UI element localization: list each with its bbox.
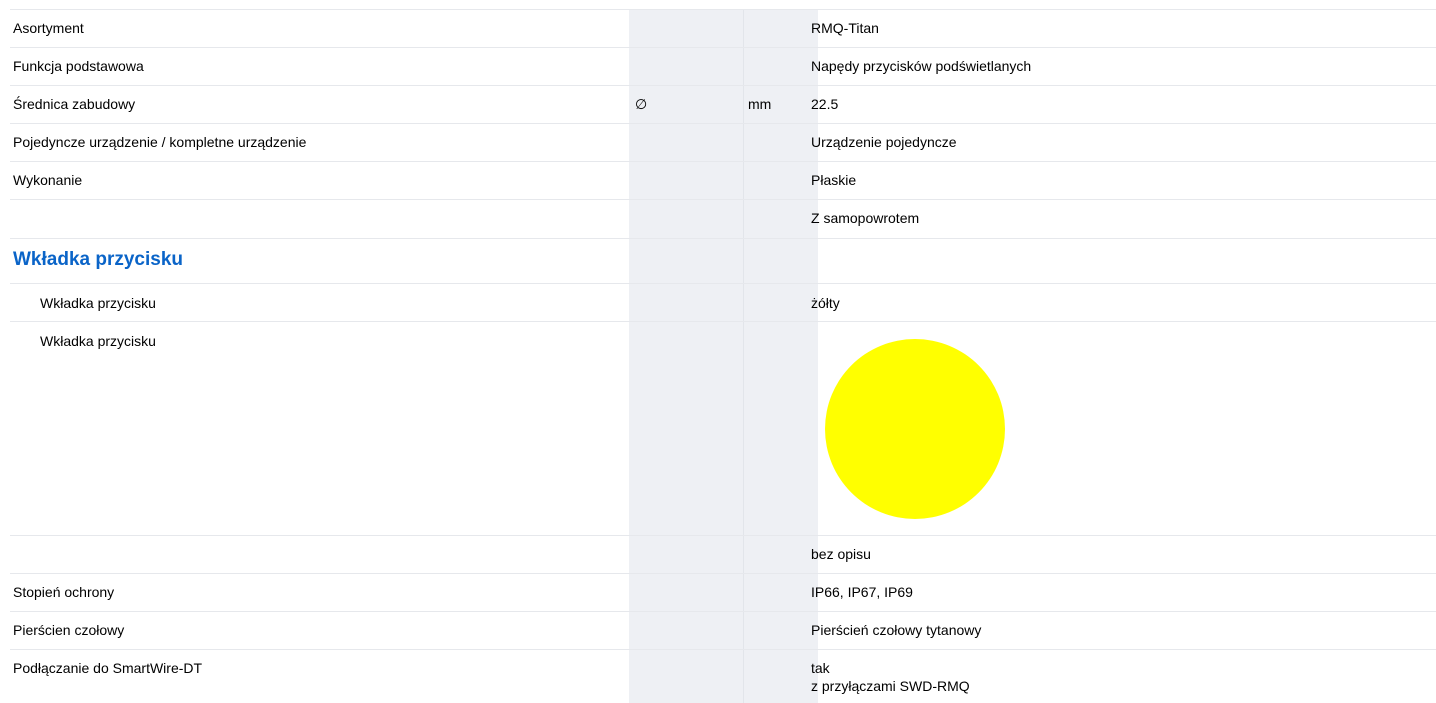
spec-label: Asortyment	[13, 20, 84, 36]
spec-label: Funkcja podstawowa	[13, 58, 144, 74]
spec-value: RMQ-Titan	[811, 20, 879, 36]
spec-row-funkcja: Funkcja podstawowa Napędy przycisków pod…	[10, 47, 1436, 85]
spec-row-wykonanie-2: Z samopowrotem	[10, 199, 1436, 238]
spec-row-ochrona: Stopień ochrony IP66, IP67, IP69	[10, 573, 1436, 611]
section-header-row: Wkładka przycisku	[10, 238, 1436, 283]
spec-row-urzadzenie: Pojedyncze urządzenie / kompletne urządz…	[10, 123, 1436, 161]
spec-label: Podłączanie do SmartWire-DT	[13, 660, 203, 676]
spec-label: Stopień ochrony	[13, 584, 115, 600]
spec-row-smartwire: Podłączanie do SmartWire-DT tak z przyłą…	[10, 649, 1436, 703]
diameter-symbol: ∅	[635, 96, 648, 112]
spec-value: Urządzenie pojedyncze	[811, 134, 957, 150]
spec-label: Wkładka przycisku	[40, 295, 156, 311]
spec-value: Płaskie	[811, 172, 857, 188]
unit-label: mm	[748, 96, 772, 112]
spec-row-opis: bez opisu	[10, 535, 1436, 573]
spec-row-pierscien: Pierścien czołowy Pierścień czołowy tyta…	[10, 611, 1436, 649]
spec-row-wkladka-kolor: Wkładka przycisku żółty	[10, 283, 1436, 321]
spec-value: tak	[811, 660, 830, 676]
spec-row-wkladka-swatch: Wkładka przycisku	[10, 321, 1436, 535]
spec-value: 22.5	[811, 96, 839, 112]
spec-row-asortyment: Asortyment RMQ-Titan	[10, 9, 1436, 47]
spec-sheet-page: Asortyment RMQ-Titan Funkcja podstawowa …	[0, 0, 1436, 703]
section-title: Wkładka przycisku	[13, 249, 184, 270]
spec-label: Wykonanie	[13, 172, 83, 188]
spec-value: Z samopowrotem	[811, 210, 920, 226]
spec-value: bez opisu	[811, 546, 871, 562]
spec-label: Pierścien czołowy	[13, 622, 125, 638]
spec-value-secondary: z przyłączami SWD-RMQ	[811, 678, 970, 694]
spec-value: Pierścień czołowy tytanowy	[811, 622, 982, 638]
spec-value: Napędy przycisków podświetlanych	[811, 58, 1032, 74]
spec-value: żółty	[811, 295, 840, 311]
spec-label: Wkładka przycisku	[40, 333, 156, 349]
color-swatch-circle	[825, 339, 1005, 519]
spec-label: Średnica zabudowy	[13, 96, 136, 112]
spec-row-srednica: Średnica zabudowy ∅ mm 22.5	[10, 85, 1436, 123]
spec-label: Pojedyncze urządzenie / kompletne urządz…	[13, 134, 307, 150]
spec-row-wykonanie: Wykonanie Płaskie	[10, 161, 1436, 199]
spec-value: IP66, IP67, IP69	[811, 584, 913, 600]
